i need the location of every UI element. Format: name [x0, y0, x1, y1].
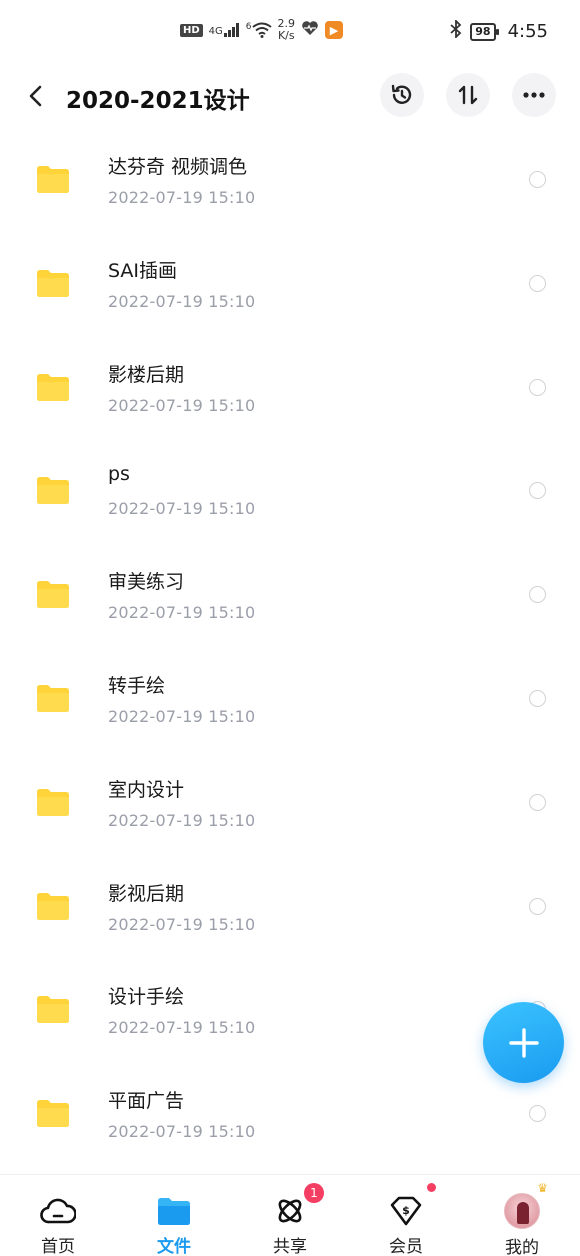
folder-row[interactable]: 影楼后期 2022-07-19 15:10 [0, 336, 580, 440]
folder-name: 设计手绘 [108, 986, 185, 1009]
folder-date: 2022-07-19 15:10 [108, 291, 256, 311]
folder-name: 室内设计 [108, 778, 185, 801]
folder-date: 2022-07-19 15:10 [108, 395, 256, 415]
folder-icon [37, 166, 69, 193]
folder-name: 影视后期 [108, 882, 185, 905]
folder-name: 审美练习 [108, 571, 185, 594]
folder-row[interactable]: 审美练习 2022-07-19 15:10 [0, 543, 580, 647]
crown-icon: ♛ [537, 1181, 548, 1195]
folder-date: 2022-07-19 15:10 [108, 1018, 256, 1038]
nav-share[interactable]: 1 共享 [232, 1175, 348, 1256]
folder-date: 2022-07-19 15:10 [108, 914, 256, 934]
nav-share-label: 共享 [273, 1237, 307, 1256]
share-badge: 1 [304, 1183, 324, 1203]
folder-name: SAI插画 [108, 259, 178, 282]
vip-dot [427, 1183, 436, 1192]
select-checkbox[interactable] [529, 897, 546, 915]
speed-unit: K/s [277, 29, 295, 42]
header: 2020-2021设计 [0, 64, 580, 128]
folder-name: 平面广告 [108, 1090, 185, 1113]
signal-icon: 4G [209, 23, 240, 37]
folder-name: 转手绘 [108, 674, 166, 697]
nav-vip[interactable]: $ 会员 [348, 1175, 464, 1256]
folder-row[interactable]: SAI插画 2022-07-19 15:10 [0, 232, 580, 336]
bottom-nav: 首页 文件 1 共享 $ 会员 ♛ 我的 [0, 1174, 580, 1256]
folder-icon [37, 892, 69, 920]
folder-icon [156, 1193, 192, 1228]
avatar: ♛ [504, 1181, 548, 1229]
folder-date: 2022-07-19 15:10 [108, 188, 256, 207]
nav-home-label: 首页 [41, 1237, 75, 1256]
folder-date: 2022-07-19 15:10 [108, 810, 256, 830]
folder-row[interactable]: ps 2022-07-19 15:10 [0, 439, 580, 543]
folder-icon [37, 477, 69, 505]
select-checkbox[interactable] [529, 586, 546, 604]
nav-me-label: 我的 [505, 1238, 539, 1256]
folder-date: 2022-07-19 15:10 [108, 603, 256, 623]
history-icon [391, 84, 412, 104]
hd-badge: HD [180, 23, 203, 37]
select-checkbox[interactable] [529, 378, 546, 396]
folder-name: 达芬奇 视频调色 [108, 156, 248, 178]
folder-name: 影楼后期 [108, 363, 185, 386]
avatar-image [504, 1193, 540, 1229]
bluetooth-icon [450, 18, 462, 43]
cloud-icon [40, 1193, 76, 1228]
folder-name: ps [108, 463, 130, 486]
folder-icon [37, 1100, 69, 1128]
folder-date: 2022-07-19 15:10 [108, 1122, 256, 1142]
status-right: 98 4:55 [450, 18, 548, 43]
folder-icon [37, 996, 69, 1024]
folder-row[interactable]: 达芬奇 视频调色 2022-07-19 15:10 [0, 128, 580, 232]
history-button[interactable] [380, 73, 424, 117]
select-checkbox[interactable] [529, 793, 546, 811]
folder-row[interactable]: 转手绘 2022-07-19 15:10 [0, 647, 580, 751]
folder-row[interactable]: 影视后期 2022-07-19 15:10 [0, 855, 580, 959]
folder-date: 2022-07-19 15:10 [108, 706, 256, 726]
folder-row[interactable]: 室内设计 2022-07-19 15:10 [0, 751, 580, 855]
wifi-icon: 6 [246, 22, 272, 38]
nav-home[interactable]: 首页 [0, 1175, 116, 1256]
select-checkbox[interactable] [529, 171, 546, 188]
select-checkbox[interactable] [529, 482, 546, 500]
select-checkbox[interactable] [529, 274, 546, 292]
select-checkbox[interactable] [529, 689, 546, 707]
nav-vip-label: 会员 [389, 1237, 423, 1256]
network-type-label: 4G [208, 26, 223, 37]
sort-button[interactable] [446, 73, 490, 117]
more-button[interactable] [512, 73, 556, 117]
back-arrow-icon [29, 85, 42, 107]
status-indicators: HD 4G 6 2.9 K/s ▶ [180, 18, 344, 42]
app-notification-icon: ▶ [325, 21, 344, 39]
plus-icon [508, 1027, 539, 1058]
add-button[interactable] [483, 1002, 564, 1083]
svg-text:$: $ [402, 1204, 410, 1217]
folder-icon [37, 684, 69, 712]
network-speed: 2.9 K/s [278, 18, 296, 42]
battery-indicator: 98 [470, 22, 499, 41]
nav-files-label: 文件 [157, 1237, 191, 1256]
health-icon [301, 20, 319, 40]
folder-icon [37, 581, 69, 609]
clock: 4:55 [507, 21, 548, 42]
folder-list: 达芬奇 视频调色 2022-07-19 15:10 SAI插画 2022-07-… [0, 128, 580, 1166]
folder-icon [37, 373, 69, 401]
nav-files[interactable]: 文件 [116, 1175, 232, 1256]
folder-icon [37, 788, 69, 816]
folder-icon [37, 269, 69, 297]
folder-date: 2022-07-19 15:10 [108, 499, 256, 519]
sort-icon [458, 85, 478, 105]
vip-icon: $ [388, 1183, 436, 1228]
back-button[interactable] [22, 82, 50, 110]
folder-row[interactable]: 平面广告 2022-07-19 15:10 [0, 1062, 580, 1166]
more-dots-icon [523, 92, 545, 98]
nav-me[interactable]: ♛ 我的 [464, 1175, 580, 1256]
share-icon: 1 [272, 1183, 324, 1228]
page-title: 2020-2021设计 [66, 88, 250, 114]
select-checkbox[interactable] [529, 1105, 546, 1123]
status-bar: HD 4G 6 2.9 K/s ▶ 98 4:55 [0, 0, 580, 64]
